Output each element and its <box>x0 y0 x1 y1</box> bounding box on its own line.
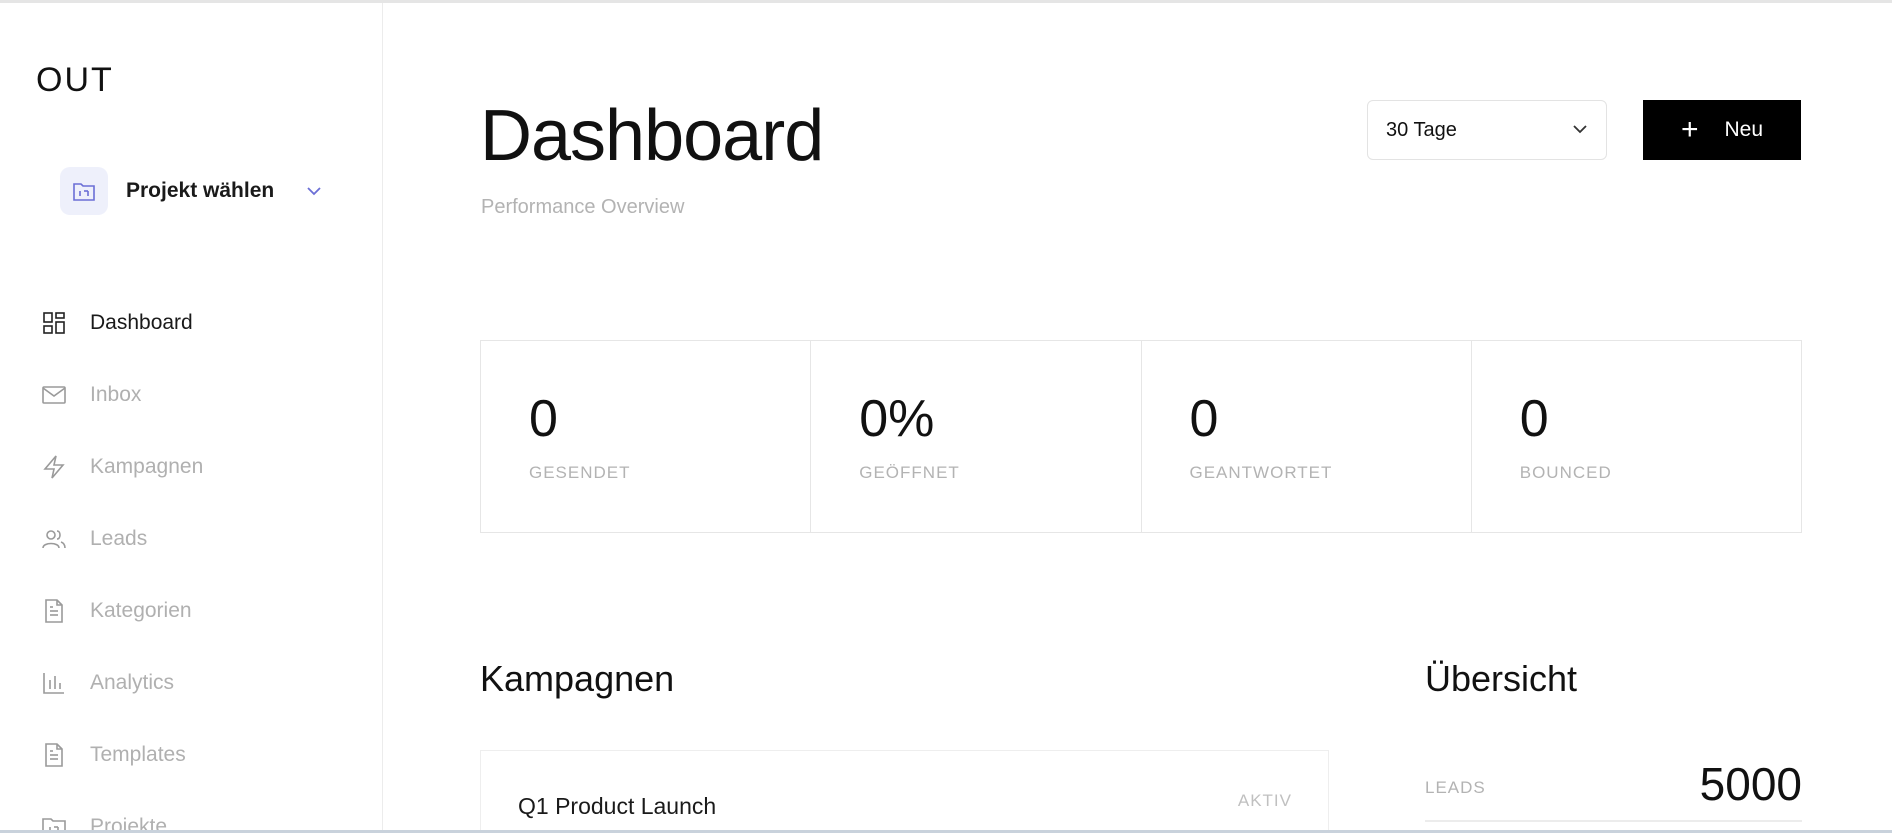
plus-icon: + <box>1680 113 1699 146</box>
overview-value: 5000 <box>1699 758 1802 810</box>
sidebar-item-label: Kampagnen <box>90 455 204 478</box>
campaign-card[interactable]: Q1 Product Launch AKTIV <box>480 750 1329 833</box>
stat-value: 0 <box>529 390 558 448</box>
campaign-name: Q1 Product Launch <box>518 793 717 819</box>
bar-chart-icon <box>40 669 68 697</box>
sidebar-item-label: Analytics <box>90 671 175 694</box>
project-picker-label: Projekt wählen <box>126 179 275 202</box>
stat-label: GEÖFFNET <box>859 463 960 482</box>
sidebar-item-label: Kategorien <box>90 599 192 622</box>
overview-row-leads: LEADS 5000 <box>1425 752 1802 822</box>
stat-card-opened: 0% GEÖFFNET <box>811 341 1142 532</box>
document-icon <box>40 597 68 625</box>
sidebar-item-label: Inbox <box>90 383 142 406</box>
stat-label: BOUNCED <box>1519 463 1612 482</box>
project-picker[interactable]: Projekt wählen <box>60 166 330 216</box>
sidebar-item-leads[interactable]: Leads <box>40 519 340 559</box>
campaign-status-badge: AKTIV <box>1237 791 1292 810</box>
sidebar-item-projekte[interactable]: Projekte <box>40 807 340 830</box>
lightning-icon <box>40 453 68 481</box>
overview-section-title: Übersicht <box>1425 658 1578 699</box>
sidebar-item-inbox[interactable]: Inbox <box>40 375 340 415</box>
stat-value: 0 <box>1189 390 1219 448</box>
sidebar-item-kampagnen[interactable]: Kampagnen <box>40 447 340 487</box>
date-range-select[interactable]: 30 Tage <box>1367 100 1607 160</box>
stat-value: 0 <box>1519 390 1549 448</box>
folder-icon <box>40 813 68 830</box>
folder-icon <box>60 167 108 215</box>
overview-key: LEADS <box>1425 778 1486 797</box>
page-subtitle: Performance Overview <box>481 196 685 218</box>
page-title: Dashboard <box>480 96 824 176</box>
stat-card-bounced: 0 BOUNCED <box>1472 341 1801 532</box>
date-range-value: 30 Tage <box>1386 118 1457 141</box>
new-button-label: Neu <box>1724 118 1764 141</box>
stat-label: GESENDET <box>529 463 631 482</box>
document-icon <box>40 741 68 769</box>
grid-icon <box>40 309 68 337</box>
chevron-down-icon <box>306 186 322 196</box>
chevron-down-icon <box>1572 121 1588 139</box>
stat-label: GEANTWORTET <box>1189 463 1333 482</box>
sidebar-item-kategorien[interactable]: Kategorien <box>40 591 340 631</box>
sidebar-item-analytics[interactable]: Analytics <box>40 663 340 703</box>
stat-value: 0% <box>859 390 935 448</box>
stat-card-sent: 0 GESENDET <box>481 341 812 532</box>
sidebar-item-label: Leads <box>90 527 148 550</box>
stats-panel: 0 GESENDET 0% GEÖFFNET 0 GEANTWORTET 0 B… <box>480 340 1802 533</box>
mail-icon <box>40 381 68 409</box>
new-button[interactable]: + Neu <box>1643 100 1801 160</box>
sidebar-item-label: Templates <box>90 743 186 766</box>
sidebar-item-label: Projekte <box>90 815 168 830</box>
campaigns-section-title: Kampagnen <box>480 658 675 699</box>
sidebar: OUT Projekt wählen Dashboard Inbox Kampa… <box>0 3 383 830</box>
app-logo: OUT <box>36 61 114 99</box>
stat-card-replied: 0 GEANTWORTET <box>1142 341 1472 532</box>
sidebar-item-templates[interactable]: Templates <box>40 735 340 775</box>
sidebar-item-label: Dashboard <box>90 311 193 334</box>
sidebar-item-dashboard[interactable]: Dashboard <box>40 303 340 343</box>
users-icon <box>40 525 68 553</box>
